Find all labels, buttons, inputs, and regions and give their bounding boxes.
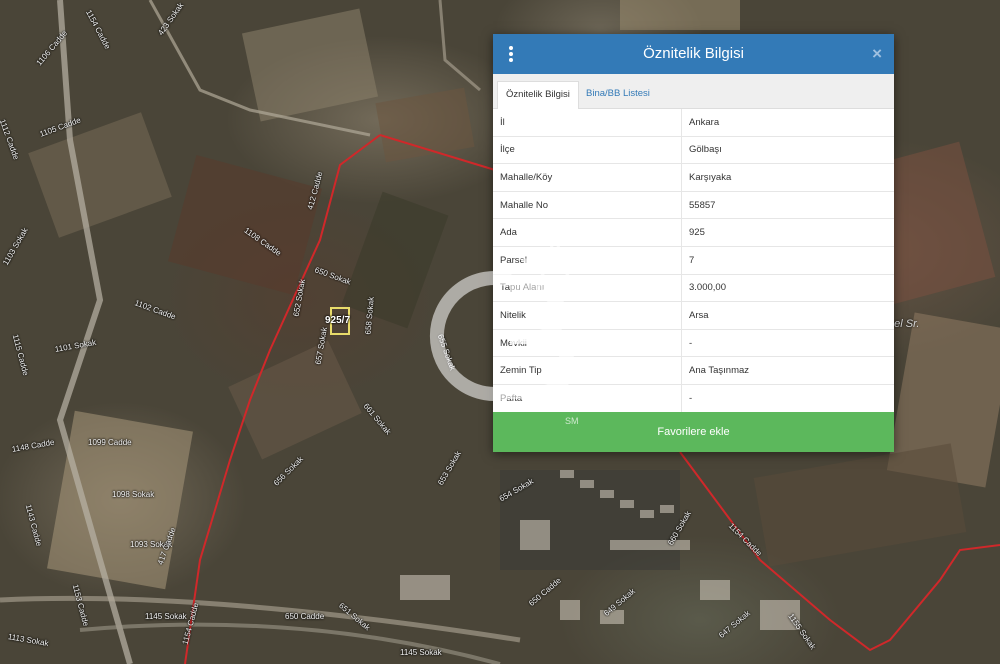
boundary-line bbox=[184, 134, 381, 664]
road bbox=[438, 0, 481, 92]
close-icon[interactable]: × bbox=[872, 44, 882, 64]
tab-building-list[interactable]: Bina/BB Listesi bbox=[578, 81, 658, 108]
boundary-line bbox=[379, 134, 496, 171]
road bbox=[56, 0, 133, 664]
dialog-header: Öznitelik Bilgisi × bbox=[493, 34, 894, 74]
attribute-dialog: Öznitelik Bilgisi × Öznitelik Bilgisi Bi… bbox=[493, 34, 894, 452]
attribute-key: İlçe bbox=[493, 136, 682, 165]
street-label: 1098 Sokak bbox=[112, 490, 155, 499]
attribute-value: Ana Taşınmaz bbox=[681, 356, 894, 385]
attribute-value: 55857 bbox=[681, 191, 894, 220]
attribute-row: Pafta - bbox=[493, 384, 894, 413]
attribute-value: Ankara bbox=[681, 109, 894, 137]
attribute-row: Zemin Tip Ana Taşınmaz bbox=[493, 356, 894, 385]
attribute-row: Mevkii - bbox=[493, 329, 894, 358]
attribute-value: Gölbaşı bbox=[681, 136, 894, 165]
attribute-key: Tapu Alanı bbox=[493, 274, 682, 303]
attribute-value: - bbox=[681, 384, 894, 413]
add-to-favorites-button[interactable]: Favorilere ekle bbox=[493, 412, 894, 452]
attribute-row: Nitelik Arsa bbox=[493, 301, 894, 330]
attribute-value: 7 bbox=[681, 246, 894, 275]
building-cluster bbox=[400, 470, 800, 630]
tab-attribute-info[interactable]: Öznitelik Bilgisi bbox=[497, 81, 579, 109]
parcel-label: 925/7 bbox=[325, 315, 351, 326]
attribute-key: Ada bbox=[493, 218, 682, 247]
tab-bar: Öznitelik Bilgisi Bina/BB Listesi bbox=[493, 74, 894, 109]
attribute-key: Pafta bbox=[493, 384, 682, 413]
road bbox=[148, 0, 371, 137]
boundary-line bbox=[679, 451, 1000, 652]
attribute-value: Arsa bbox=[681, 301, 894, 330]
attribute-row: Mahalle/Köy Karşıyaka bbox=[493, 163, 894, 192]
street-label: 1099 Cadde bbox=[88, 438, 132, 447]
attribute-key: Nitelik bbox=[493, 301, 682, 330]
road bbox=[79, 622, 501, 664]
attribute-value: - bbox=[681, 329, 894, 358]
attribute-key: Mahalle No bbox=[493, 191, 682, 220]
attribute-value: 3.000,00 bbox=[681, 274, 894, 303]
attribute-key: Mevkii bbox=[493, 329, 682, 358]
attribute-row: İl Ankara bbox=[493, 109, 894, 137]
attribute-value: Karşıyaka bbox=[681, 163, 894, 192]
attribute-row: Tapu Alanı 3.000,00 bbox=[493, 274, 894, 303]
attribute-value: 925 bbox=[681, 218, 894, 247]
attribute-table: İl Ankara İlçe Gölbaşı Mahalle/Köy Karşıyaka M… bbox=[493, 109, 894, 413]
attribute-row: Ada 925 bbox=[493, 218, 894, 247]
attribute-key: Mahalle/Köy bbox=[493, 163, 682, 192]
attribute-key: Zemin Tip bbox=[493, 356, 682, 385]
street-label: 1145 Sokak bbox=[400, 648, 442, 657]
attribute-key: İl bbox=[493, 109, 682, 137]
attribute-row: Parsel 7 bbox=[493, 246, 894, 275]
street-label: 1145 Sokak bbox=[145, 612, 187, 621]
attribute-row: İlçe Gölbaşı bbox=[493, 136, 894, 165]
street-label: 650 Cadde bbox=[285, 612, 325, 621]
attribute-key: Parsel bbox=[493, 246, 682, 275]
dialog-title: Öznitelik Bilgisi bbox=[643, 45, 744, 62]
attribute-row: Mahalle No 55857 bbox=[493, 191, 894, 220]
